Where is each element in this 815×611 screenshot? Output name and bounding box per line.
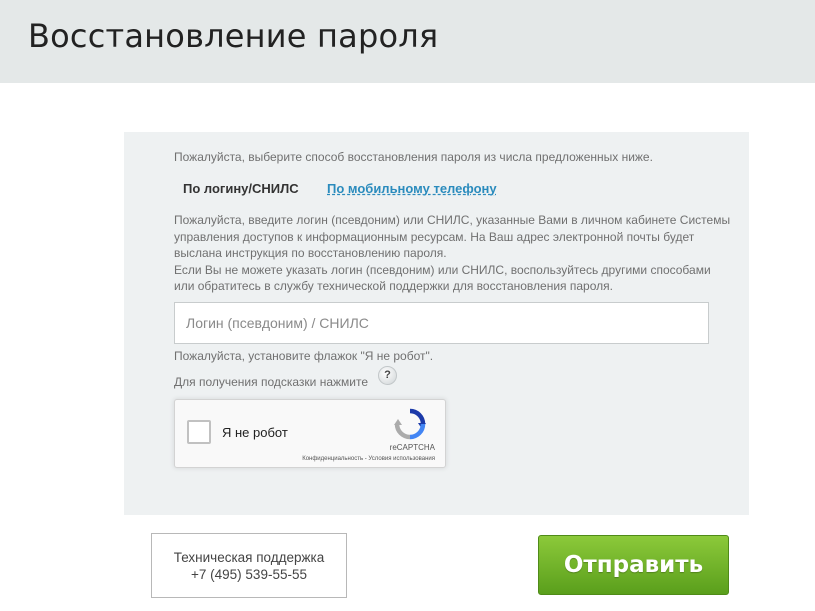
instructions-paragraph-1: Пожалуйста, введите логин (псевдоним) ил… (174, 213, 731, 260)
recaptcha-logo-icon (394, 408, 426, 440)
submit-button[interactable]: Отправить (538, 535, 729, 595)
tab-by-phone[interactable]: По мобильному телефону (327, 181, 497, 196)
recaptcha-links[interactable]: Конфиденциальность - Условия использован… (175, 456, 435, 462)
support-phone: +7 (495) 539-55-55 (191, 566, 307, 582)
question-mark-icon[interactable]: ? (378, 366, 397, 385)
recaptcha-brand: reCAPTCHA (389, 443, 435, 452)
recaptcha-widget: Я не робот reCAPTCHA Конфиденциальность … (174, 399, 446, 468)
page-header: Восстановление пароля (0, 0, 815, 83)
page-title: Восстановление пароля (28, 17, 439, 55)
captcha-label: Я не робот (222, 425, 288, 440)
tab-by-login[interactable]: По логину/СНИЛС (183, 181, 299, 196)
login-snils-input[interactable] (174, 302, 709, 344)
robot-note: Пожалуйста, установите флажок "Я не робо… (174, 349, 434, 363)
hint-text: Для получения подсказки нажмите (174, 375, 369, 389)
instructions-paragraph-2: Если Вы не можете указать логин (псевдон… (174, 262, 711, 294)
support-title: Техническая поддержка (173, 549, 325, 565)
captcha-checkbox[interactable] (187, 420, 211, 444)
support-contact[interactable]: Техническая поддержка +7 (495) 539-55-55 (151, 533, 347, 598)
intro-text: Пожалуйста, выберите способ восстановлен… (174, 150, 653, 164)
instructions-text: Пожалуйста, введите логин (псевдоним) ил… (174, 212, 734, 295)
